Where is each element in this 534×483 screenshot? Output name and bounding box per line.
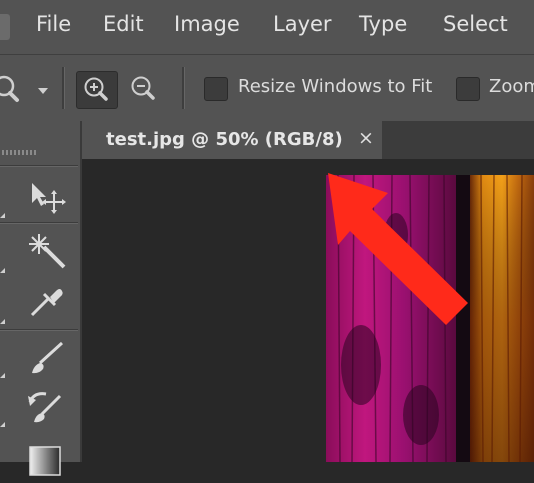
document-tab-bar: test.jpg @ 50% (RGB/8) × <box>82 121 534 159</box>
panel-grip[interactable] <box>2 150 36 155</box>
options-bar: Resize Windows to Fit Zoom <box>0 54 534 122</box>
eyedropper-tool[interactable] <box>24 281 70 321</box>
tool-preset-picker[interactable] <box>0 73 52 105</box>
tools-separator <box>0 222 78 224</box>
history-brush-tool[interactable] <box>24 386 70 426</box>
zoom-in-icon <box>84 77 108 101</box>
zoom-all-windows-label: Zoom <box>489 76 534 97</box>
tool-corner-mark <box>0 268 5 273</box>
tool-corner-mark <box>0 213 5 218</box>
options-separator <box>62 67 65 109</box>
resize-windows-label: Resize Windows to Fit <box>238 76 433 97</box>
gradient-icon <box>29 446 61 476</box>
close-tab-button[interactable]: × <box>358 127 374 149</box>
menu-file[interactable]: File <box>36 12 71 36</box>
tools-panel <box>0 121 82 476</box>
zoom-in-button[interactable] <box>76 71 118 109</box>
zoom-out-icon <box>131 76 155 100</box>
menu-bar: File Edit Image Layer Type Select <box>0 0 534 54</box>
tools-separator <box>0 165 78 167</box>
eyedropper-icon <box>30 289 63 317</box>
app-menu-button[interactable] <box>0 14 10 40</box>
gradient-tool[interactable] <box>24 439 70 479</box>
brush-tool[interactable] <box>24 339 70 379</box>
history-brush-icon <box>28 392 62 423</box>
magic-wand-tool[interactable] <box>24 230 70 270</box>
resize-windows-checkbox[interactable] <box>204 77 228 101</box>
document-tab[interactable]: test.jpg @ 50% (RGB/8) × <box>82 121 382 159</box>
move-tool[interactable] <box>24 179 70 219</box>
tool-corner-mark <box>0 422 5 427</box>
menu-layer[interactable]: Layer <box>273 12 332 36</box>
menu-image[interactable]: Image <box>174 12 240 36</box>
tools-separator <box>0 329 78 331</box>
magic-wand-icon <box>29 234 66 269</box>
tool-corner-mark <box>0 319 5 324</box>
zoom-tool-icon <box>0 75 48 102</box>
zoom-out-button[interactable] <box>124 71 164 107</box>
move-tool-icon <box>32 183 66 214</box>
document-tab-title: test.jpg @ 50% (RGB/8) <box>106 129 343 150</box>
menu-select[interactable]: Select <box>443 12 508 36</box>
brush-icon <box>32 341 64 374</box>
menu-type[interactable]: Type <box>359 12 407 36</box>
tool-corner-mark <box>0 373 5 378</box>
options-separator <box>182 67 185 109</box>
annotation-arrow-icon <box>328 173 468 325</box>
zoom-all-windows-checkbox[interactable] <box>456 77 480 101</box>
menu-edit[interactable]: Edit <box>103 12 144 36</box>
